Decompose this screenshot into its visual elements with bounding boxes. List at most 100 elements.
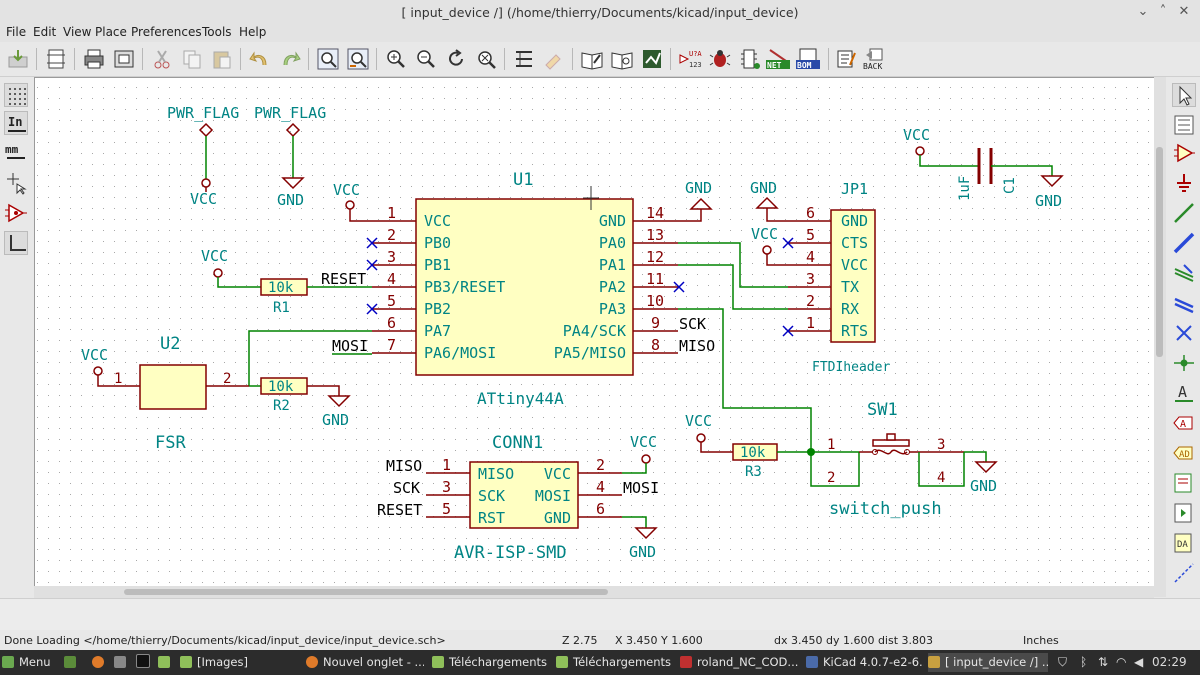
task-eeschema-active[interactable]: [ input_device /] ... [928, 653, 1048, 672]
schematic-canvas[interactable]: PWR_FLAG VCC PWR_FLAG GND U1 ATtiny44A 1… [34, 77, 1155, 587]
u1-pin10-name: PA3 [599, 300, 626, 318]
r3-ref: R3 [745, 464, 762, 480]
bom-icon[interactable]: BOM [796, 47, 820, 71]
sw1-gnd-label: GND [970, 477, 997, 495]
netlist-icon[interactable]: NET [766, 47, 790, 71]
copy-icon[interactable] [180, 47, 204, 71]
u2-vcc-label: VCC [81, 346, 108, 364]
maximize-icon[interactable]: ˄ [1154, 3, 1172, 21]
wire-angle-icon[interactable] [4, 231, 28, 255]
annotate-icon[interactable]: U?A 123 [678, 47, 702, 71]
net-label-icon[interactable]: A [1172, 381, 1196, 405]
menu-file[interactable]: File [6, 25, 26, 39]
terminal-launcher-icon[interactable] [136, 653, 150, 672]
import-sheet-pin-icon[interactable] [1172, 501, 1196, 525]
task-firefox[interactable]: Nouvel onglet - ... [306, 653, 424, 672]
hierarchical-sheet-icon[interactable] [1172, 471, 1196, 495]
global-label-icon[interactable]: A [1172, 411, 1196, 435]
u1-attiny44a[interactable]: U1 ATtiny44A 1 2 3 4 5 6 7 14 13 12 11 1… [372, 170, 678, 408]
firefox-launcher-icon[interactable] [92, 653, 106, 672]
menu-edit[interactable]: Edit [33, 25, 56, 39]
clock[interactable]: 02:29 [1152, 654, 1187, 671]
library-editor-icon[interactable] [580, 47, 604, 71]
cvpcb-icon[interactable] [738, 47, 762, 71]
erc-icon[interactable] [708, 47, 732, 71]
grid-toggle-icon[interactable] [4, 83, 28, 107]
hidden-pins-icon[interactable] [4, 201, 28, 225]
cursor-shape-icon[interactable] [4, 171, 28, 195]
zoom-in-icon[interactable] [384, 47, 408, 71]
footprint-assign-icon[interactable] [640, 47, 664, 71]
u2-ref: U2 [160, 334, 180, 354]
zoom-out-icon[interactable] [414, 47, 438, 71]
plot-icon[interactable] [112, 47, 136, 71]
menu-tools[interactable]: Tools [202, 25, 232, 39]
save-schematic-icon[interactable] [6, 47, 30, 71]
cut-icon[interactable] [150, 47, 174, 71]
bus-to-bus-entry-icon[interactable] [1172, 291, 1196, 315]
settings-launcher-icon[interactable] [114, 653, 128, 672]
junction-icon[interactable] [1172, 351, 1196, 375]
import-footprint-icon[interactable] [834, 47, 858, 71]
print-icon[interactable] [82, 47, 106, 71]
u1-pin4-num: 4 [387, 270, 396, 288]
u1-pin1-num: 1 [387, 204, 396, 222]
no-connect-flag-icon[interactable] [1172, 321, 1196, 345]
wire-to-bus-entry-icon[interactable] [1172, 261, 1196, 285]
redraw-icon[interactable] [444, 47, 468, 71]
sw1-pin2-num: 2 [827, 470, 835, 486]
vertical-scroll-thumb[interactable] [1156, 147, 1163, 357]
hierarchy-navigator-icon[interactable] [1172, 113, 1196, 137]
zoom-fit-icon[interactable] [474, 47, 498, 71]
hierarchy-navigator-icon[interactable] [512, 47, 536, 71]
draw-wire-icon[interactable] [1172, 201, 1196, 225]
task-downloads-1[interactable]: Téléchargements [432, 653, 550, 672]
close-icon[interactable]: ✕ [1175, 3, 1193, 21]
conn1-pin1-name: MISO [478, 465, 514, 483]
library-browser-icon[interactable] [610, 47, 634, 71]
start-menu-button[interactable]: Menu [2, 653, 60, 672]
netlist-text: NET [767, 61, 782, 70]
task-downloads-2[interactable]: Téléchargements [556, 653, 674, 672]
u2-pin1-num: 1 [114, 371, 122, 387]
menu-bar: File Edit View Place Preferences Tools H… [0, 24, 1200, 42]
vertical-scrollbar[interactable] [1154, 77, 1166, 597]
schematic-svg[interactable]: PWR_FLAG VCC PWR_FLAG GND U1 ATtiny44A 1… [35, 78, 1154, 586]
find-icon[interactable] [316, 47, 340, 71]
back-annotate-icon[interactable]: BACK [862, 47, 890, 71]
horizontal-scrollbar[interactable] [34, 586, 1154, 598]
minimize-icon[interactable]: ⌄ [1134, 3, 1152, 21]
page-settings-icon[interactable] [44, 47, 68, 71]
menu-place[interactable]: Place [95, 25, 127, 39]
place-power-icon[interactable] [1172, 171, 1196, 195]
select-arrow-icon[interactable] [1172, 83, 1196, 107]
task-downloads-2-label: Téléchargements [573, 655, 672, 669]
task-kicad[interactable]: KiCad 4.0.7-e2-6... [806, 653, 924, 672]
wifi-icon[interactable]: ◠ [1116, 654, 1126, 671]
redo-icon[interactable] [278, 47, 302, 71]
shield-icon[interactable]: ⛉ [1058, 654, 1067, 671]
files-launcher-icon[interactable] [158, 653, 172, 672]
menu-preferences[interactable]: Preferences [131, 25, 202, 39]
hierarchical-label-icon[interactable]: AD [1172, 441, 1196, 465]
bluetooth-icon[interactable]: ᛒ [1080, 654, 1087, 671]
place-component-icon[interactable] [1172, 141, 1196, 165]
network-icon[interactable]: ⇅ [1098, 654, 1108, 671]
find-replace-icon[interactable] [346, 47, 370, 71]
jp1-pin2-name: RX [841, 300, 859, 318]
show-desktop-icon[interactable] [64, 653, 78, 672]
task-roland-pdf[interactable]: roland_NC_COD... [680, 653, 798, 672]
undo-icon[interactable] [248, 47, 272, 71]
task-images[interactable]: [Images] [180, 653, 298, 672]
menu-view[interactable]: View [63, 25, 91, 39]
horizontal-scroll-thumb[interactable] [124, 589, 608, 595]
menu-help[interactable]: Help [239, 25, 266, 39]
add-sheet-pin-icon[interactable]: DA [1172, 531, 1196, 555]
draw-bus-icon[interactable] [1172, 231, 1196, 255]
units-mm-icon[interactable]: mm [4, 139, 28, 163]
paste-icon[interactable] [210, 47, 234, 71]
leave-sheet-icon[interactable] [542, 47, 566, 71]
graphic-lines-icon[interactable] [1172, 561, 1196, 585]
volume-icon[interactable]: ◀ [1134, 654, 1143, 671]
units-inch-icon[interactable]: In [4, 111, 28, 135]
